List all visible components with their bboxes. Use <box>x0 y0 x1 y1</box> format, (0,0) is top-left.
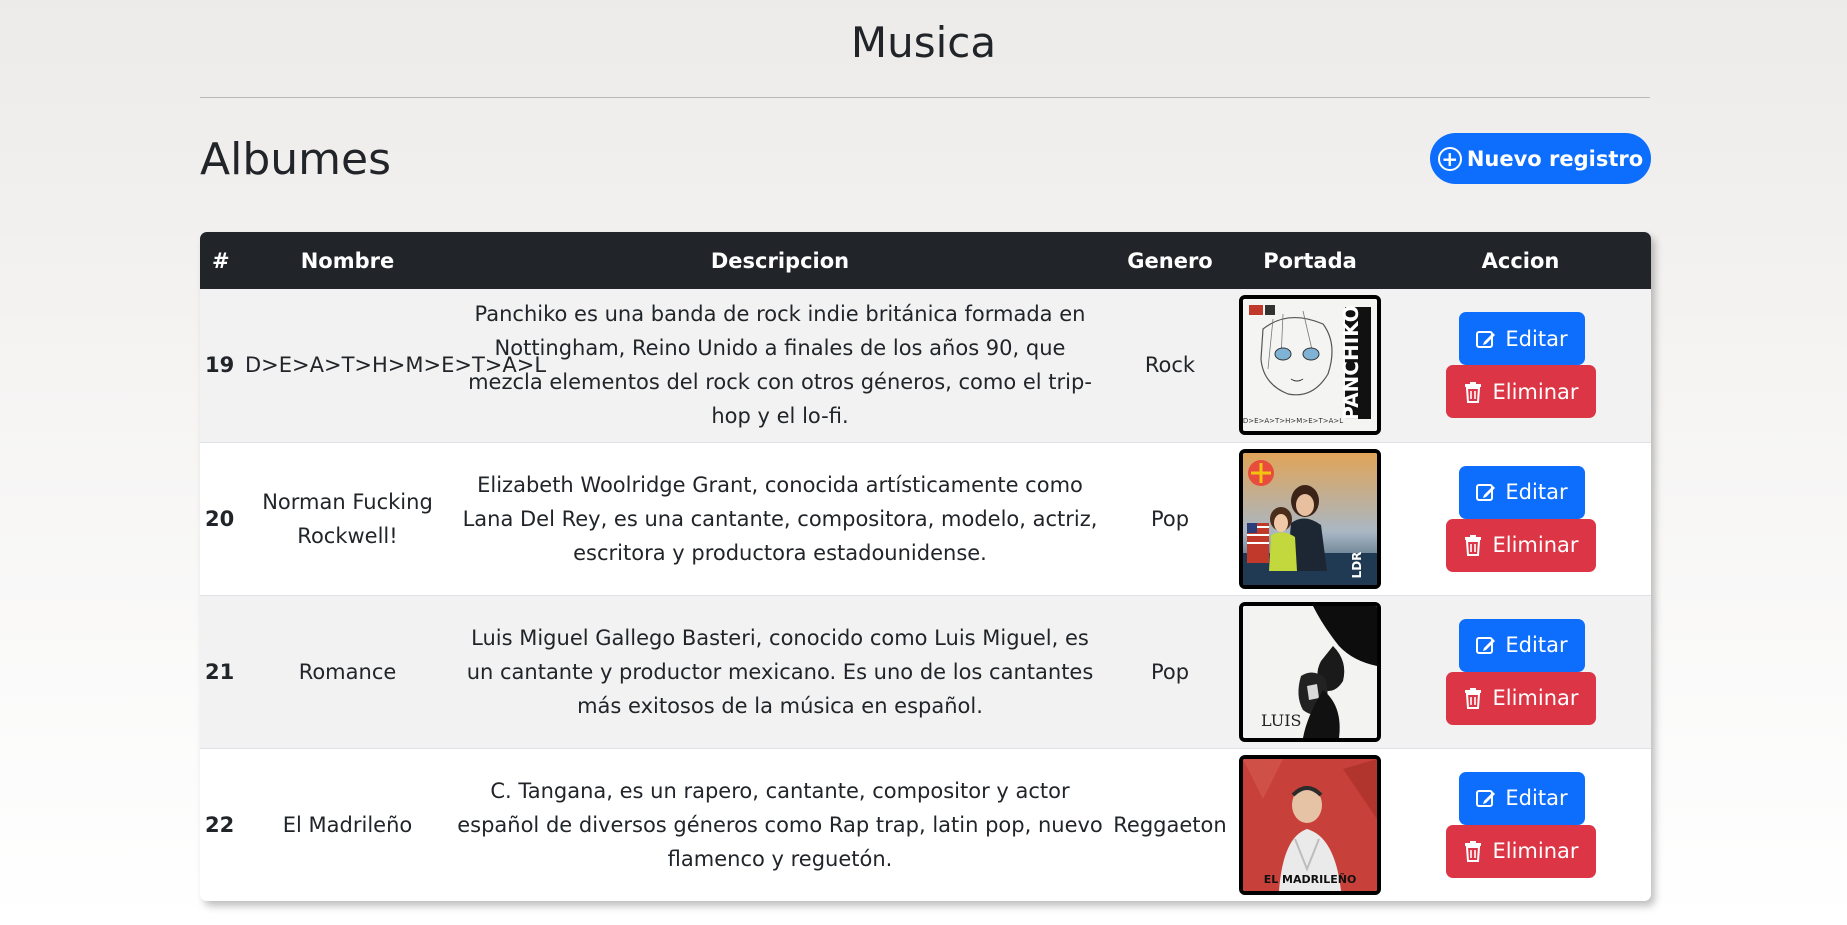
trash-icon <box>1462 840 1484 863</box>
cover-title-text: EL MADRILEÑO <box>1264 873 1357 886</box>
section-title: Albumes <box>200 134 391 185</box>
table-row: 19 D>E>A>T>H>M>E>T>A>L Panchiko es una b… <box>200 289 1651 442</box>
row-genre: Rock <box>1144 353 1196 378</box>
column-header-genre: Genero <box>1110 232 1230 289</box>
row-name: Norman Fucking Rockwell! <box>245 441 450 595</box>
delete-label: Eliminar <box>1492 379 1579 404</box>
trash-icon <box>1462 687 1484 709</box>
column-header-number: # <box>200 232 245 289</box>
table-row: 22 El Madrileño C. Tangana, es un rapero… <box>200 747 1651 901</box>
edit-label: Editar <box>1505 786 1568 811</box>
pencil-square-icon <box>1475 634 1497 656</box>
edit-button[interactable]: Editar <box>1458 618 1585 672</box>
row-genre: Pop <box>1110 441 1230 595</box>
column-header-name: Nombre <box>245 232 450 289</box>
albums-table: # Nombre Descripcion Genero Portada Acci… <box>200 232 1651 901</box>
row-id: 22 <box>200 747 245 901</box>
title-divider <box>200 97 1650 98</box>
delete-button[interactable]: Eliminar <box>1445 365 1596 419</box>
row-genre: Reggaeton <box>1110 747 1230 901</box>
pencil-square-icon <box>1475 328 1497 350</box>
table-row: 21 Romance Luis Miguel Gallego Basteri, … <box>200 594 1651 748</box>
edit-button[interactable]: Editar <box>1458 465 1585 519</box>
cover-subtitle-text: D>E>A>T>H>M>E>T>A>L <box>1243 417 1343 425</box>
new-record-button[interactable]: + Nuevo registro <box>1430 133 1651 184</box>
cover-title-text: LDR <box>1350 551 1364 578</box>
row-genre: Pop <box>1110 594 1230 748</box>
edit-label: Editar <box>1505 326 1568 351</box>
pencil-square-icon <box>1475 481 1497 503</box>
table-row: 20 Norman Fucking Rockwell! Elizabeth Wo… <box>200 441 1651 595</box>
cover-title-text: LUIS <box>1261 711 1302 730</box>
edit-label: Editar <box>1505 633 1568 657</box>
delete-button[interactable]: Eliminar <box>1445 824 1596 878</box>
row-name: D>E>A>T>H>M>E>T>A>L <box>245 353 547 378</box>
edit-button[interactable]: Editar <box>1458 771 1585 825</box>
column-header-cover: Portada <box>1230 232 1390 289</box>
delete-button[interactable]: Eliminar <box>1445 671 1596 725</box>
page-title: Musica <box>850 18 997 67</box>
trash-icon <box>1462 534 1484 556</box>
new-record-label: Nuevo registro <box>1466 146 1644 171</box>
delete-label: Eliminar <box>1492 686 1579 710</box>
row-description: Luis Miguel Gallego Basteri, conocido co… <box>450 594 1110 748</box>
table-header-row: # Nombre Descripcion Genero Portada Acci… <box>200 232 1651 289</box>
plus-circle-icon: + <box>1437 146 1462 171</box>
row-id: 19 <box>205 353 235 378</box>
delete-label: Eliminar <box>1492 533 1579 557</box>
column-header-description: Descripcion <box>450 232 1110 289</box>
row-description: Elizabeth Woolridge Grant, conocida artí… <box>450 441 1110 595</box>
delete-label: Eliminar <box>1492 839 1579 864</box>
delete-button[interactable]: Eliminar <box>1445 518 1596 572</box>
row-id: 21 <box>200 594 245 748</box>
album-cover-image: LUIS <box>1239 601 1381 742</box>
column-header-action: Accion <box>1390 232 1651 289</box>
row-name: El Madrileño <box>245 747 450 901</box>
album-cover-image: EL MADRILEÑO <box>1239 754 1381 895</box>
album-cover-image: PANCHIKO D>E>A>T>H>M>E>T>A>L <box>1239 295 1381 436</box>
trash-icon <box>1462 381 1484 403</box>
edit-button[interactable]: Editar <box>1458 312 1585 366</box>
row-description: Panchiko es una banda de rock indie brit… <box>468 302 1092 429</box>
album-cover-image: LDR <box>1239 448 1381 589</box>
row-description: C. Tangana, es un rapero, cantante, comp… <box>450 747 1110 901</box>
row-name: Romance <box>245 594 450 748</box>
pencil-square-icon <box>1475 787 1497 809</box>
edit-label: Editar <box>1505 480 1568 504</box>
row-id: 20 <box>200 441 245 595</box>
cover-title-text: PANCHIKO <box>1339 306 1363 422</box>
